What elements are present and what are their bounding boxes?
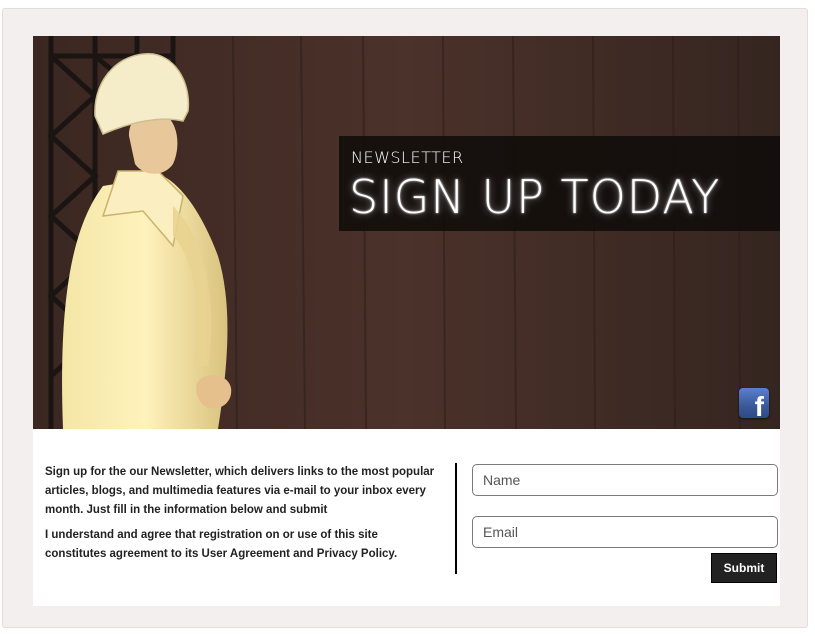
name-field[interactable] bbox=[472, 464, 778, 496]
email-field[interactable] bbox=[472, 516, 778, 548]
submit-button[interactable]: Submit bbox=[711, 553, 777, 583]
newsletter-banner: NEWSLETTER SIGN UP TODAY bbox=[339, 136, 780, 231]
newsletter-description: Sign up for the our Newsletter, which de… bbox=[45, 463, 440, 570]
hero-image: NEWSLETTER SIGN UP TODAY f bbox=[33, 36, 780, 429]
agreement-paragraph: I understand and agree that registration… bbox=[45, 529, 398, 560]
newsletter-card: NEWSLETTER SIGN UP TODAY f Sign up for t… bbox=[33, 36, 780, 606]
vertical-divider bbox=[455, 463, 457, 574]
banner-kicker: NEWSLETTER bbox=[351, 148, 464, 167]
description-paragraph: Sign up for the our Newsletter, which de… bbox=[45, 466, 435, 516]
facebook-icon[interactable]: f bbox=[739, 388, 769, 422]
facebook-glyph: f bbox=[754, 391, 764, 422]
runway-photo bbox=[33, 36, 780, 429]
banner-title: SIGN UP TODAY bbox=[349, 170, 721, 224]
